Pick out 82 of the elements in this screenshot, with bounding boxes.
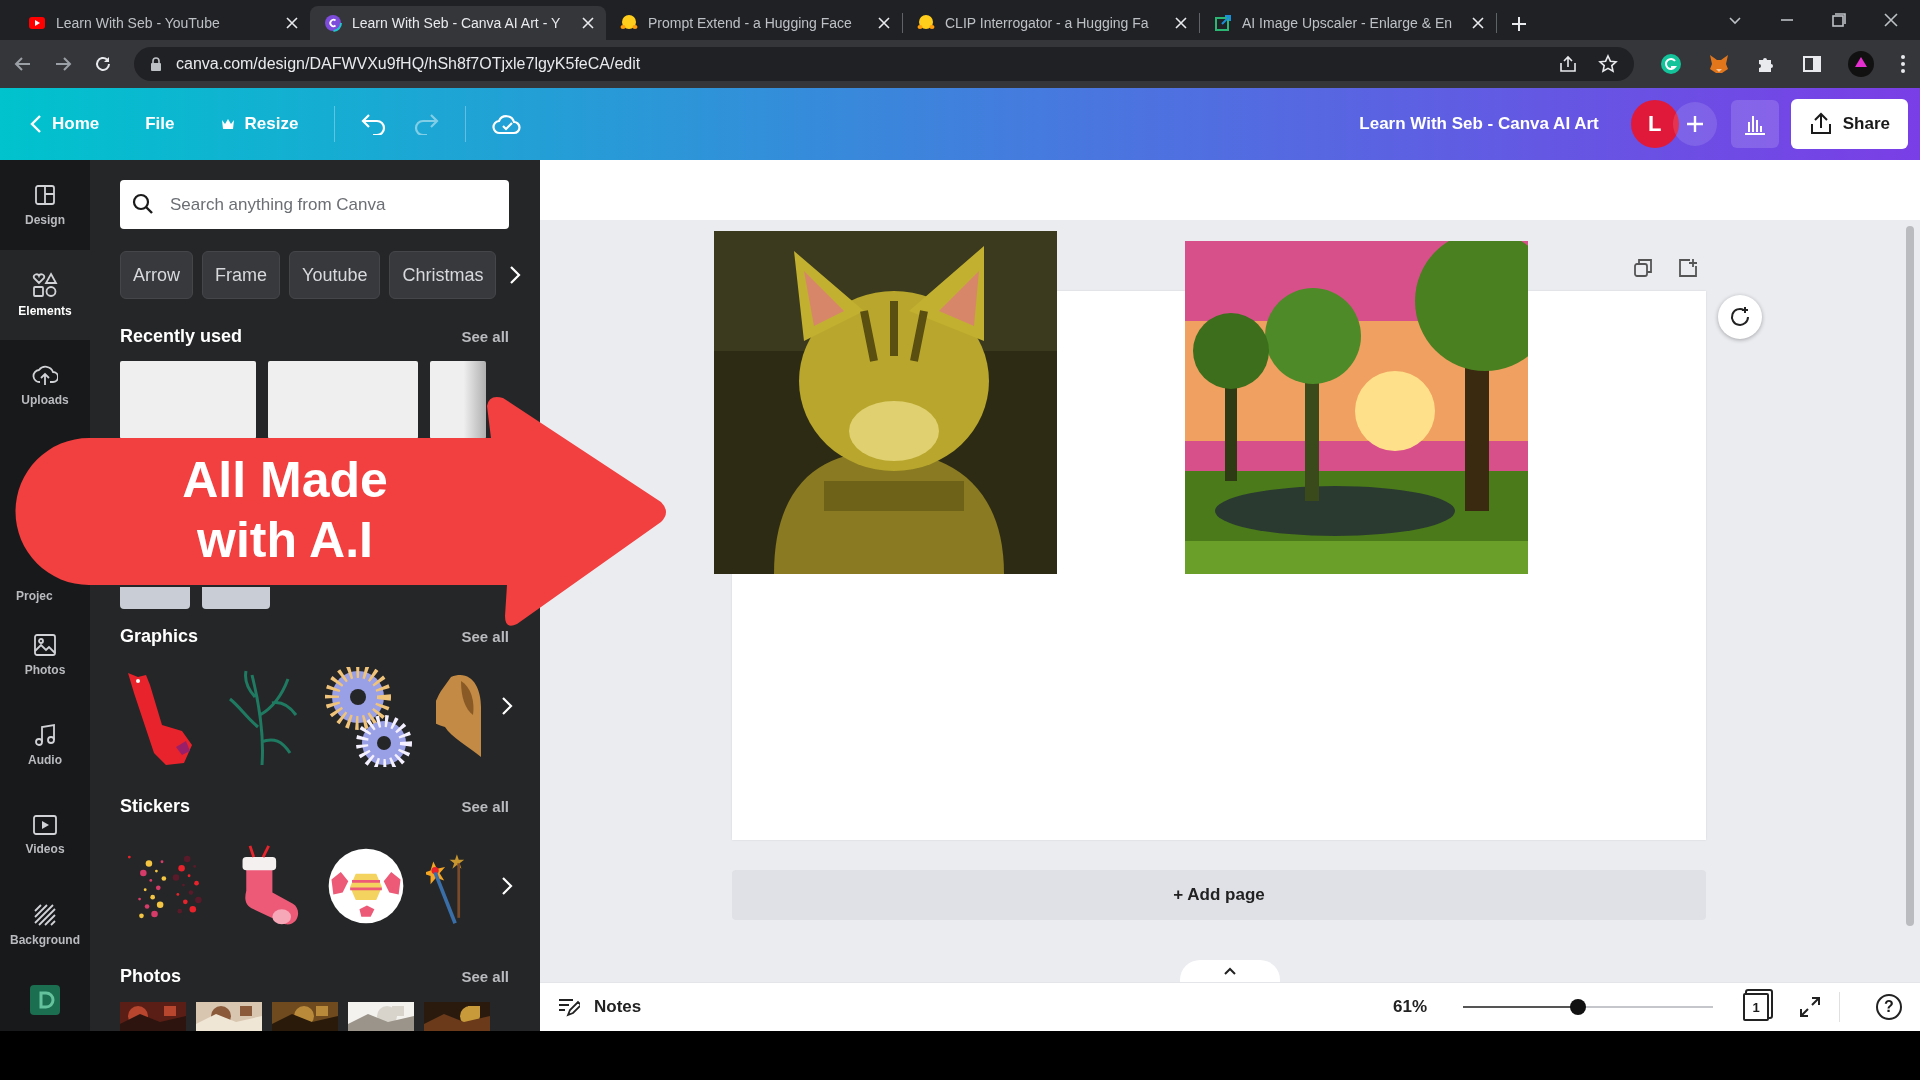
music-note-icon (34, 723, 56, 747)
section-title: Graphics (120, 625, 199, 647)
extension-icon[interactable] (1660, 53, 1682, 75)
video-icon (28, 14, 46, 32)
filter-chip[interactable]: Youtube (289, 251, 381, 299)
notes-icon (558, 997, 580, 1017)
share-icon[interactable] (1558, 54, 1578, 74)
crown-icon (220, 118, 235, 130)
plus-icon (1685, 115, 1704, 133)
play-icon (32, 814, 58, 836)
restore-icon[interactable] (1832, 13, 1846, 27)
app-icon (324, 14, 342, 32)
avatar[interactable]: L (1630, 100, 1679, 148)
filter-chip[interactable]: Christmas (389, 251, 497, 299)
browser-tab[interactable]: Learn With Seb - Canva AI Art - Y (310, 6, 606, 40)
see-all-link[interactable]: See all (461, 967, 509, 985)
thumbnail[interactable] (120, 587, 190, 609)
search-field[interactable]: Search anything from Canva (120, 180, 509, 229)
stripes-icon (33, 903, 57, 927)
browser-tab[interactable]: Prompt Extend - a Hugging Face (606, 6, 902, 40)
notes-button[interactable]: Notes (558, 997, 642, 1017)
thumbnail[interactable] (430, 361, 486, 439)
cloud-check-icon[interactable] (492, 112, 523, 136)
chevron-right-icon (501, 696, 513, 716)
upload-icon (1808, 112, 1833, 136)
image-icon (33, 633, 57, 657)
thumbnail[interactable] (120, 361, 256, 439)
redo-icon (413, 113, 440, 135)
profile-icon[interactable] (1848, 51, 1874, 77)
rail-item[interactable]: Elements (0, 250, 90, 340)
app-icon[interactable] (30, 985, 60, 1015)
browser-tab[interactable]: Learn With Seb - YouTube (14, 6, 310, 40)
lock-icon (150, 57, 162, 71)
shapes-icon (32, 272, 58, 298)
emoji-icon (917, 14, 935, 32)
section-title: Stickers (120, 795, 191, 817)
refresh-button[interactable] (1718, 295, 1762, 339)
chevron-left-icon (30, 114, 42, 134)
section-title: Recently used (120, 325, 243, 347)
fullscreen-icon[interactable] (1799, 996, 1821, 1018)
undo-icon[interactable] (361, 113, 388, 135)
scrunchie-drawing[interactable] (324, 667, 414, 767)
reload-icon[interactable] (94, 55, 112, 73)
chevron-right-icon (501, 876, 513, 896)
new-tab-icon[interactable] (1511, 16, 1527, 32)
caret-up-icon (1224, 967, 1236, 975)
thumbnail[interactable] (268, 361, 418, 439)
scrollbar[interactable] (1906, 226, 1914, 926)
menu-icon[interactable] (1900, 54, 1906, 74)
zoom-level: 61% (1392, 997, 1427, 1017)
add-button[interactable] (1672, 102, 1717, 146)
share-button[interactable]: Share (1790, 99, 1908, 149)
see-all-link[interactable]: See all (461, 327, 509, 345)
star-icon[interactable] (1598, 54, 1618, 74)
browser-tab[interactable]: CLIP Interrogator - a Hugging Fa (903, 6, 1199, 40)
design-title[interactable]: Learn With Seb - Canva AI Art (1359, 114, 1599, 134)
see-all-link[interactable]: See all (461, 797, 509, 815)
cloud-upload-icon (32, 363, 58, 387)
see-all-link[interactable]: See all (461, 627, 509, 645)
image-icon (1214, 14, 1232, 32)
close-icon[interactable] (1884, 13, 1898, 27)
address-field[interactable]: canva.com/design/DAFWVXu9fHQ/hSh8f7OTjxle7lgyK5feCA/edit (134, 47, 1634, 81)
section-title: Photos (120, 965, 181, 987)
add-page-button[interactable]: + Add page (732, 870, 1706, 920)
analytics-button[interactable] (1730, 100, 1779, 148)
layout-icon (33, 183, 57, 207)
banner-text: All Made with A.I (181, 451, 389, 570)
forward-icon[interactable] (54, 55, 72, 73)
refresh-plus-icon (1728, 305, 1752, 329)
emoji-icon (620, 14, 638, 32)
browser-tab[interactable]: AI Image Upscaler - Enlarge & En (1200, 6, 1496, 40)
duplicate-icon[interactable] (1633, 258, 1653, 278)
back-icon[interactable] (14, 55, 32, 73)
zoom-slider[interactable] (1463, 999, 1713, 1015)
fox-icon[interactable] (1708, 53, 1730, 75)
add-page-icon[interactable] (1678, 258, 1698, 278)
sidebar-icon[interactable] (1802, 54, 1822, 74)
filter-chip[interactable]: Arrow (120, 251, 193, 299)
filter-chip[interactable]: Frame (202, 251, 281, 299)
thumbnail[interactable] (202, 587, 270, 609)
chevron-right-icon (509, 265, 522, 285)
help-button[interactable]: ? (1876, 994, 1902, 1020)
